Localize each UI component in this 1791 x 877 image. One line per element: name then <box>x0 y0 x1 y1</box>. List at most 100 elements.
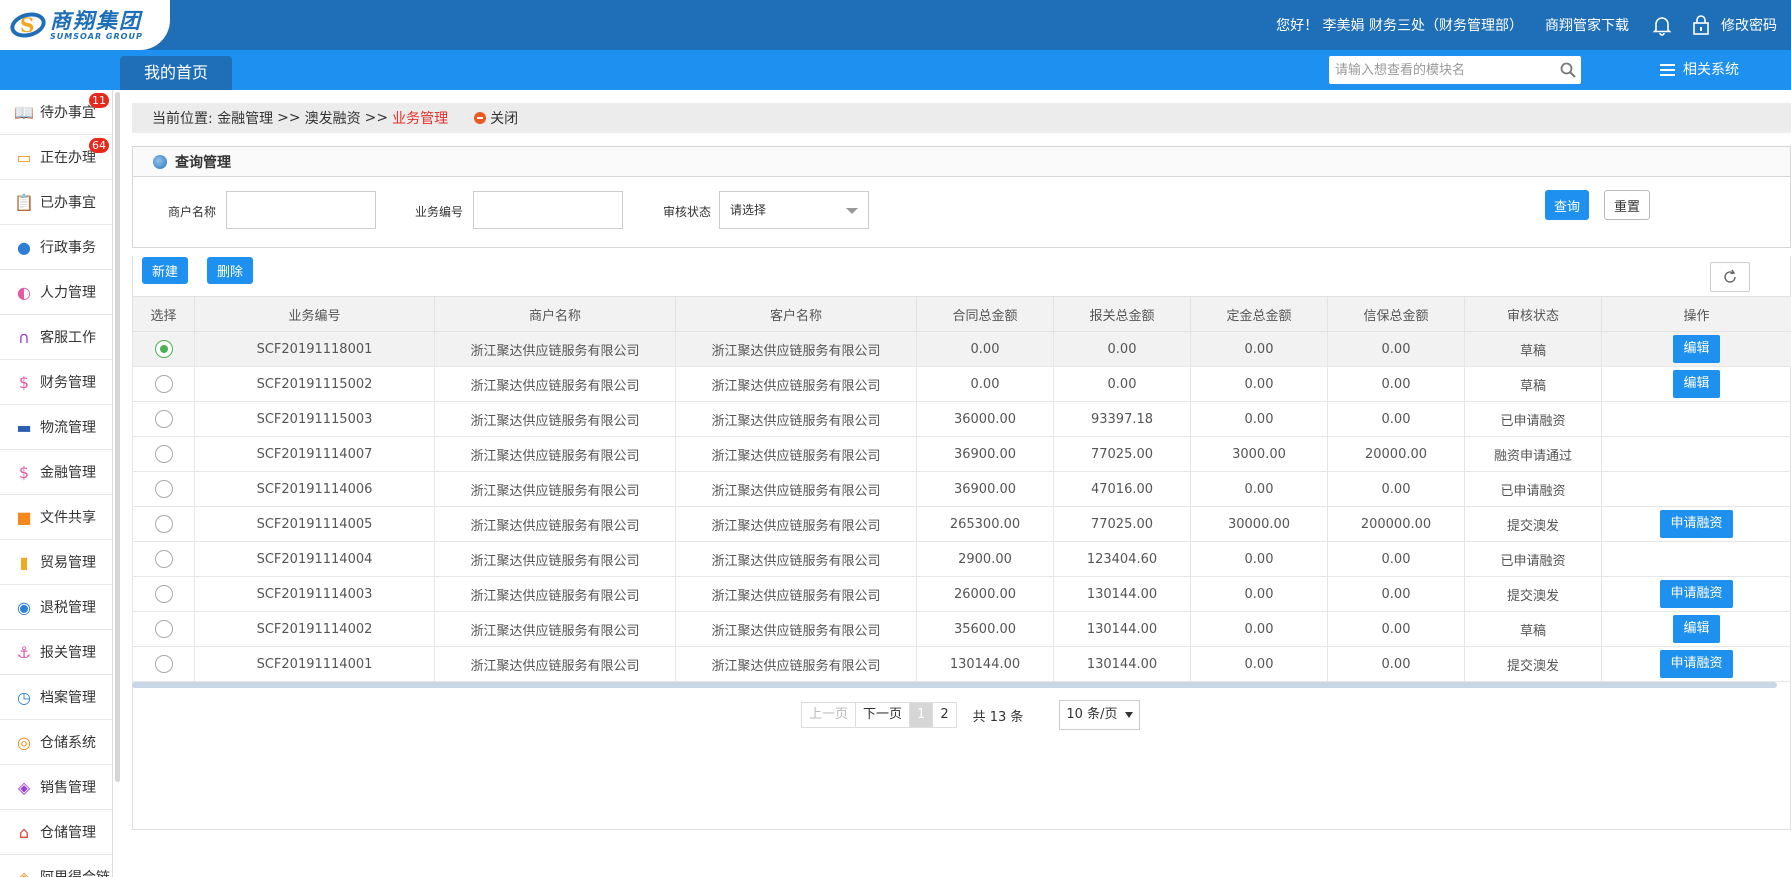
cell-deposit: 0.00 <box>1190 366 1328 402</box>
row-radio[interactable] <box>154 515 173 533</box>
cell-contract: 36000.00 <box>916 401 1054 437</box>
sidebar-item[interactable]: ● 行政事务 <box>0 225 112 270</box>
sidebar-item[interactable]: ◈ 阿里得合链 <box>0 855 112 877</box>
company-logo[interactable]: S 商翔集团 SUMSOAR GROUP <box>0 0 170 50</box>
cell-customer: 浙江聚达供应链服务有限公司 <box>675 506 917 542</box>
table-row[interactable]: SCF20191115003 浙江聚达供应链服务有限公司 浙江聚达供应链服务有限公司… <box>132 401 1791 437</box>
row-radio[interactable] <box>154 410 173 428</box>
table-horizontal-scrollbar[interactable] <box>132 682 1777 688</box>
table-row[interactable]: SCF20191118001 浙江聚达供应链服务有限公司 浙江聚达供应链服务有限公司… <box>132 331 1791 367</box>
sidebar-item[interactable]: ▭ 正在办理 64 <box>0 135 112 180</box>
sidebar-item[interactable]: ⚓ 报关管理 <box>0 630 112 675</box>
business-no-input[interactable] <box>473 191 623 229</box>
sidebar-item[interactable]: 📋 已办事宜 <box>0 180 112 225</box>
table-row[interactable]: SCF20191114005 浙江聚达供应链服务有限公司 浙江聚达供应链服务有限公司… <box>132 506 1791 542</box>
sidebar-item[interactable]: $ 金融管理 <box>0 450 112 495</box>
page-size-value: 10 条/页 <box>1066 707 1118 722</box>
sidebar-item[interactable]: ▬ 物流管理 <box>0 405 112 450</box>
breadcrumb-level2[interactable]: 澳发融资 <box>305 108 361 128</box>
cell-action <box>1601 436 1791 472</box>
main-content: 当前位置: 金融管理 >> 澳发融资 >> 业务管理 关闭 查询管理 商户名称 … <box>132 90 1791 877</box>
search-button[interactable]: 查询 <box>1545 190 1589 220</box>
edit-button[interactable]: 编辑 <box>1673 335 1720 363</box>
related-systems-menu[interactable]: 相关系统 <box>1660 50 1739 90</box>
row-radio[interactable] <box>154 375 173 393</box>
cell-deposit: 0.00 <box>1190 646 1328 682</box>
cell-credit: 0.00 <box>1327 366 1465 402</box>
audit-status-select[interactable]: 请选择 <box>719 191 869 229</box>
table-row[interactable]: SCF20191114001 浙江聚达供应链服务有限公司 浙江聚达供应链服务有限公司… <box>132 646 1791 682</box>
apply-financing-button[interactable]: 申请融资 <box>1660 510 1733 538</box>
close-label: 关闭 <box>490 111 519 127</box>
prev-page-button[interactable]: 上一页 <box>801 702 857 728</box>
cell-action: 编辑 <box>1601 366 1791 402</box>
sidebar-item[interactable]: ◈ 销售管理 <box>0 765 112 810</box>
row-radio[interactable] <box>154 655 173 673</box>
table-row[interactable]: SCF20191114004 浙江聚达供应链服务有限公司 浙江聚达供应链服务有限公司… <box>132 541 1791 577</box>
sidebar-item[interactable]: 📖 待办事宜 11 <box>0 90 112 135</box>
page-1-button[interactable]: 1 <box>909 702 934 728</box>
sidebar-item[interactable]: ⌂ 仓储管理 <box>0 810 112 855</box>
cell-credit: 200000.00 <box>1327 506 1465 542</box>
row-radio[interactable] <box>154 585 173 603</box>
edit-button[interactable]: 编辑 <box>1673 615 1720 643</box>
next-page-button[interactable]: 下一页 <box>855 702 911 728</box>
sidebar-item-label: 退税管理 <box>40 600 96 616</box>
row-radio[interactable] <box>154 340 173 358</box>
cell-customs: 130144.00 <box>1053 576 1191 612</box>
tab-home[interactable]: 我的首页 <box>120 56 232 90</box>
sidebar-item[interactable]: ■ 文件共享 <box>0 495 112 540</box>
table-row[interactable]: SCF20191114003 浙江聚达供应链服务有限公司 浙江聚达供应链服务有限公司… <box>132 576 1791 612</box>
cell-action: 申请融资 <box>1601 506 1791 542</box>
sidebar-item[interactable]: ◉ 退税管理 <box>0 585 112 630</box>
row-radio[interactable] <box>154 445 173 463</box>
table-row[interactable]: SCF20191115002 浙江聚达供应链服务有限公司 浙江聚达供应链服务有限公司… <box>132 366 1791 402</box>
page-size-select[interactable]: 10 条/页 <box>1059 700 1141 730</box>
lock-icon[interactable] <box>1691 14 1711 36</box>
clock-icon: ◷ <box>17 687 31 707</box>
folder-icon: ■ <box>16 507 32 527</box>
row-radio[interactable] <box>154 550 173 568</box>
page-2-button[interactable]: 2 <box>932 702 957 728</box>
cell-contract: 35600.00 <box>916 611 1054 647</box>
cell-merchant: 浙江聚达供应链服务有限公司 <box>434 366 676 402</box>
table-row[interactable]: SCF20191114006 浙江聚达供应链服务有限公司 浙江聚达供应链服务有限公司… <box>132 471 1791 507</box>
close-tab-button[interactable]: 关闭 <box>474 108 518 128</box>
breadcrumb-sep: >> <box>364 110 389 126</box>
column-header: 定金总金额 <box>1190 296 1328 332</box>
merchant-name-input[interactable] <box>226 191 376 229</box>
download-link[interactable]: 商翔管家下载 <box>1545 15 1629 35</box>
bell-icon[interactable] <box>1651 14 1673 36</box>
breadcrumb-level1[interactable]: 金融管理 <box>217 108 273 128</box>
clipboard-icon: 📋 <box>14 192 34 212</box>
breadcrumb-current: 业务管理 <box>392 111 449 127</box>
change-password-link[interactable]: 修改密码 <box>1721 15 1777 35</box>
sidebar-item[interactable]: ∩ 客服工作 <box>0 315 112 360</box>
reset-button[interactable]: 重置 <box>1604 190 1650 220</box>
sidebar-item[interactable]: ▮ 贸易管理 <box>0 540 112 585</box>
apply-financing-button[interactable]: 申请融资 <box>1660 650 1733 678</box>
search-icon[interactable] <box>1555 57 1581 83</box>
module-search-input[interactable] <box>1329 57 1555 83</box>
sidebar-item[interactable]: ◐ 人力管理 <box>0 270 112 315</box>
cell-contract: 26000.00 <box>916 576 1054 612</box>
row-radio[interactable] <box>154 480 173 498</box>
table-row[interactable]: SCF20191114007 浙江聚达供应链服务有限公司 浙江聚达供应链服务有限公司… <box>132 436 1791 472</box>
sidebar-item[interactable]: ◎ 仓储系统 <box>0 720 112 765</box>
edit-button[interactable]: 编辑 <box>1673 370 1720 398</box>
cell-status: 草稿 <box>1464 611 1602 647</box>
sidebar-item-label: 贸易管理 <box>40 555 96 571</box>
cell-customer: 浙江聚达供应链服务有限公司 <box>675 401 917 437</box>
cell-customer: 浙江聚达供应链服务有限公司 <box>675 646 917 682</box>
cell-status: 草稿 <box>1464 331 1602 367</box>
table-row[interactable]: SCF20191114002 浙江聚达供应链服务有限公司 浙江聚达供应链服务有限公司… <box>132 611 1791 647</box>
cell-action <box>1601 541 1791 577</box>
row-radio[interactable] <box>154 620 173 638</box>
sidebar-item[interactable]: $ 财务管理 <box>0 360 112 405</box>
sidebar-scrollbar[interactable] <box>115 92 120 782</box>
business-no-label: 业务编号 <box>415 205 464 219</box>
apply-financing-button[interactable]: 申请融资 <box>1660 580 1733 608</box>
cell-deposit: 30000.00 <box>1190 506 1328 542</box>
img-icon: ▭ <box>16 147 32 167</box>
sidebar-item[interactable]: ◷ 档案管理 <box>0 675 112 720</box>
